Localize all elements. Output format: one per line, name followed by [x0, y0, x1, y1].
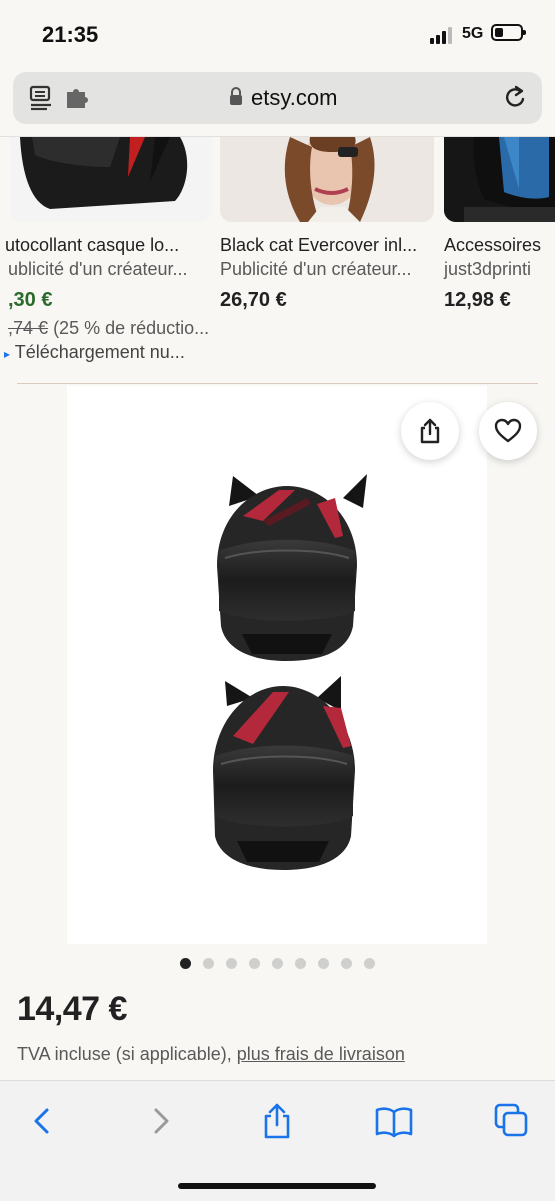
card-subtitle: ublicité d'un créateur...	[8, 259, 188, 279]
favorite-button[interactable]	[479, 402, 537, 460]
network-label: 5G	[462, 25, 484, 42]
battery-icon	[491, 24, 526, 41]
card-image[interactable]	[444, 137, 555, 222]
share-button[interactable]	[401, 402, 459, 460]
back-icon[interactable]	[22, 1101, 62, 1141]
reader-icon[interactable]	[29, 84, 55, 112]
discount-text: (25 % de réductio...	[53, 318, 210, 338]
card-image[interactable]	[220, 137, 434, 222]
pagination-dot[interactable]	[180, 958, 191, 969]
pagination-dot[interactable]	[249, 958, 260, 969]
download-icon: ▸	[4, 347, 11, 361]
pagination-dot[interactable]	[295, 958, 306, 969]
status-time: 21:35	[42, 22, 99, 47]
product-image[interactable]	[67, 386, 487, 944]
strikethrough-price: ,74 €	[8, 318, 49, 338]
related-items-carousel[interactable]: utocollant casque lo... ublicité d'un cr…	[0, 137, 555, 367]
card-download: ▸ Téléchargement nu...	[4, 342, 185, 363]
pagination-dot[interactable]	[226, 958, 237, 969]
card-title[interactable]: Black cat Evercover inl...	[220, 235, 417, 256]
share-icon[interactable]	[257, 1101, 297, 1141]
pagination-dot[interactable]	[318, 958, 329, 969]
card-price: 26,70 €	[220, 289, 287, 311]
home-indicator	[178, 1183, 376, 1189]
image-pagination[interactable]	[180, 958, 380, 972]
extension-icon[interactable]	[65, 88, 89, 108]
url-domain[interactable]: etsy.com	[251, 85, 337, 111]
pagination-dot[interactable]	[272, 958, 283, 969]
signal-icon	[430, 26, 456, 44]
card-subtitle: just3dprinti	[444, 259, 532, 279]
tax-text: TVA incluse (si applicable),	[17, 1044, 237, 1064]
tabs-icon[interactable]	[492, 1101, 532, 1141]
card-title[interactable]: Accessoires	[444, 235, 541, 256]
pagination-dot[interactable]	[341, 958, 352, 969]
section-divider	[17, 383, 538, 384]
heart-icon	[494, 418, 522, 443]
download-label: Téléchargement nu...	[14, 342, 185, 362]
shipping-link[interactable]: plus frais de livraison	[237, 1044, 405, 1064]
pagination-dot[interactable]	[203, 958, 214, 969]
reload-icon[interactable]	[503, 84, 529, 112]
card-subtitle: Publicité d'un créateur...	[220, 259, 412, 279]
helmet-bottom	[213, 676, 355, 870]
forward-icon[interactable]	[141, 1101, 181, 1141]
card-image[interactable]	[10, 137, 212, 222]
card-original-price: ,74 € (25 % de réductio...	[8, 318, 209, 339]
card-price: 12,98 €	[444, 289, 511, 311]
status-bar: 21:35 5G	[0, 0, 555, 70]
product-price: 14,47 €	[17, 990, 127, 1028]
address-bar[interactable]: etsy.com	[13, 72, 542, 124]
lock-icon	[230, 87, 242, 105]
helmet-top	[217, 474, 367, 661]
card-title[interactable]: utocollant casque lo...	[5, 235, 179, 256]
card-price: ,30 €	[8, 289, 53, 311]
share-icon	[420, 418, 440, 444]
helmet-illustration	[213, 474, 367, 870]
bookmarks-icon[interactable]	[374, 1101, 414, 1141]
pagination-dot[interactable]	[364, 958, 375, 969]
tax-info: TVA incluse (si applicable), plus frais …	[17, 1044, 405, 1065]
